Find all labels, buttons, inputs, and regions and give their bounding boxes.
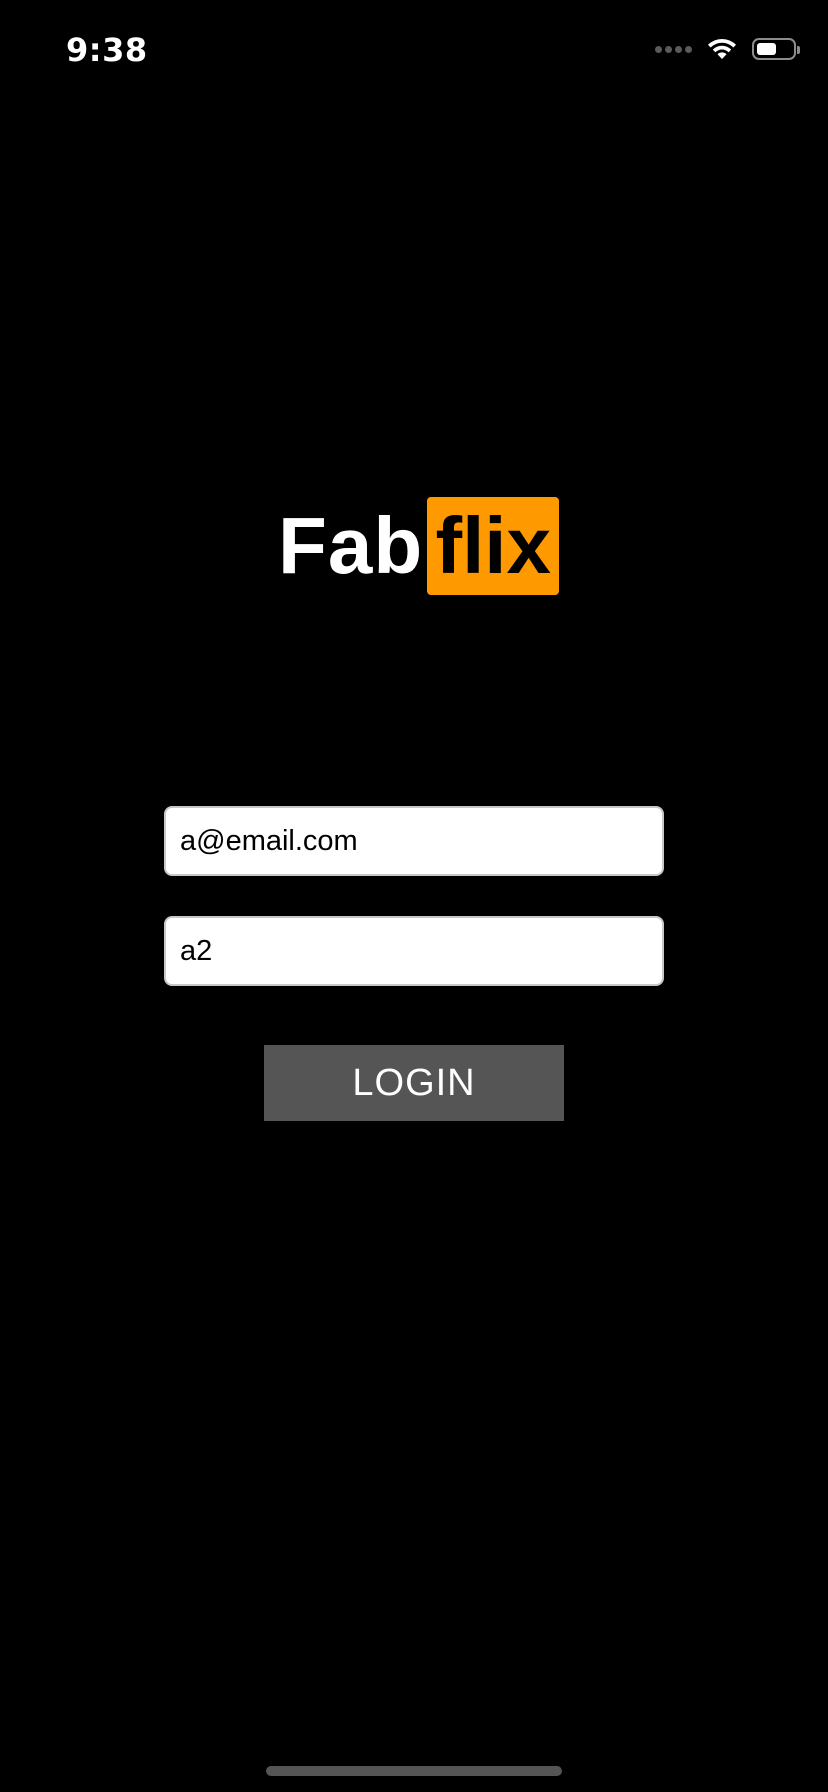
logo-text-fab: Fab bbox=[278, 501, 424, 590]
battery-level bbox=[757, 43, 776, 55]
logo-text-flix: flix bbox=[435, 501, 552, 590]
battery-icon bbox=[752, 38, 800, 60]
logo-accent-box: flix bbox=[427, 497, 560, 595]
login-button[interactable]: LOGIN bbox=[264, 1045, 564, 1121]
status-icons bbox=[655, 34, 800, 64]
cellular-signal-icon bbox=[655, 45, 692, 53]
password-field[interactable] bbox=[164, 916, 664, 986]
fabflix-logo: Fab flix bbox=[278, 497, 560, 595]
email-field[interactable] bbox=[164, 806, 664, 876]
login-screen: 9:38 Fab flix LOGIN bbox=[0, 0, 828, 1792]
status-time: 9:38 bbox=[66, 31, 148, 69]
wifi-icon bbox=[708, 39, 736, 59]
home-indicator[interactable] bbox=[266, 1766, 562, 1776]
